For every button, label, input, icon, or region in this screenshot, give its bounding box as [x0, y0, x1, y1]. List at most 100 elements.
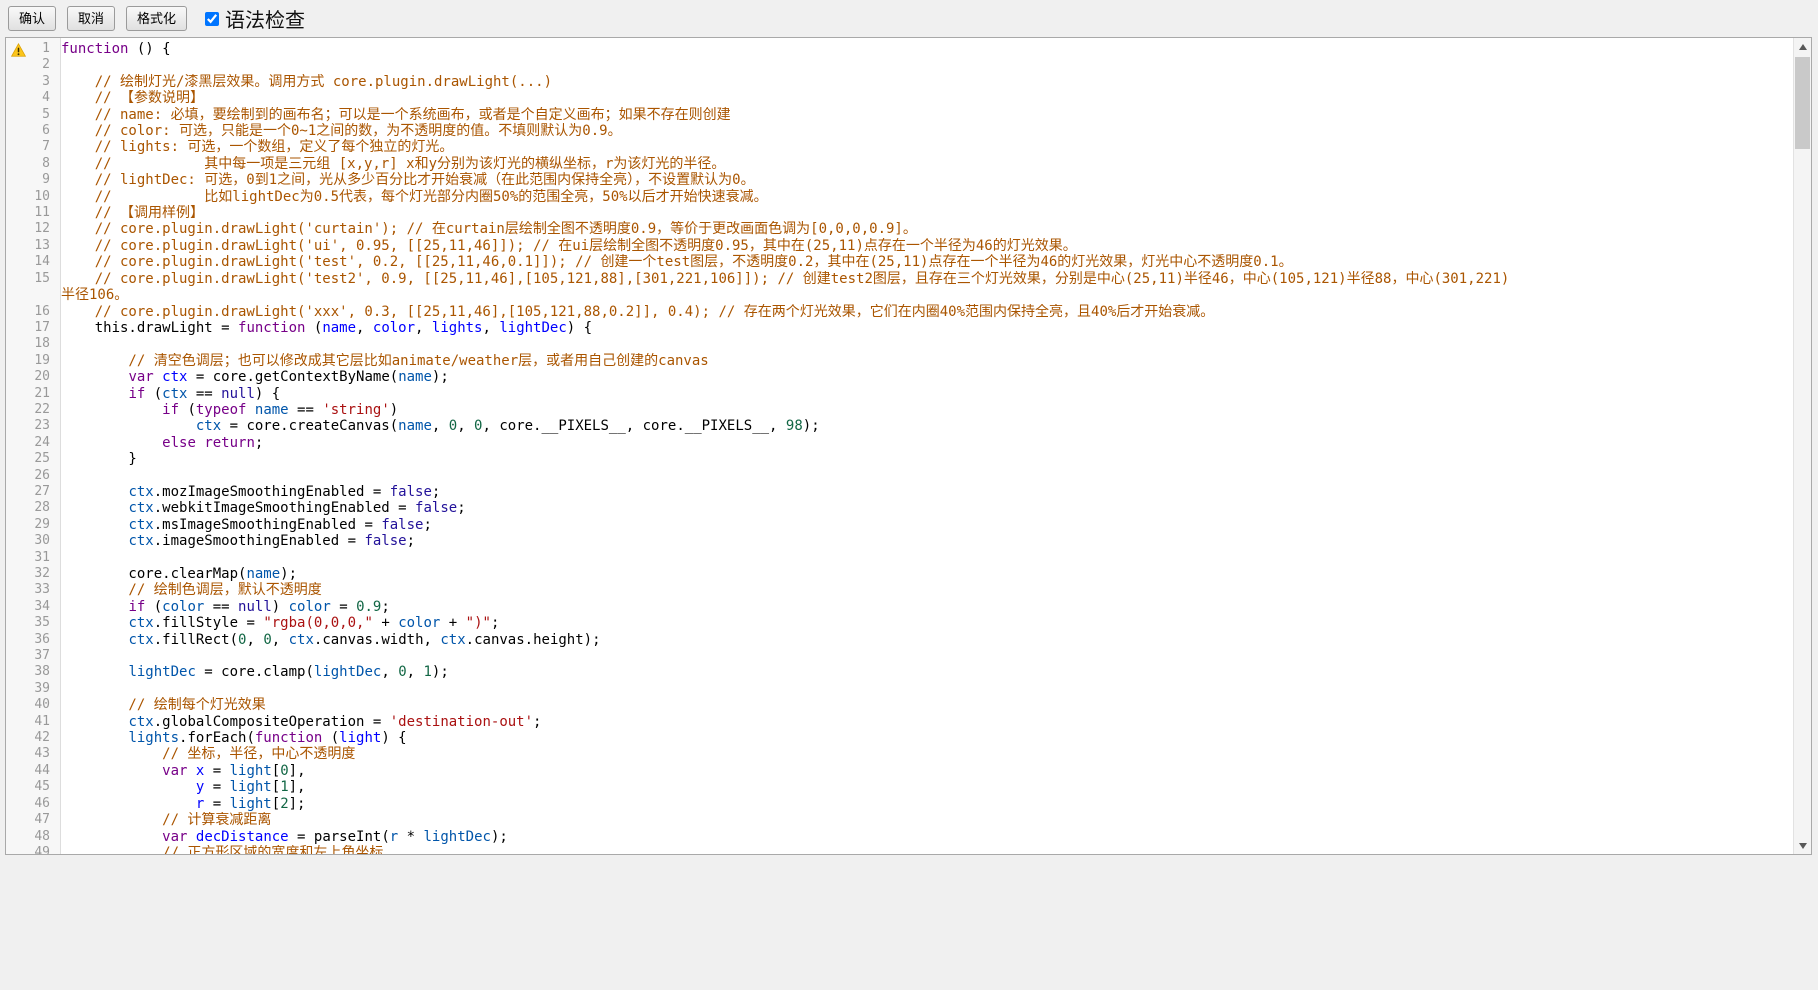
code-line[interactable]: 17 this.drawLight = function (name, colo… — [6, 320, 1793, 336]
code-line[interactable]: 32 core.clearMap(name); — [6, 566, 1793, 582]
marker-cell — [6, 517, 27, 533]
code-line[interactable]: 35 ctx.fillStyle = "rgba(0,0,0," + color… — [6, 615, 1793, 631]
code-line[interactable]: 23 ctx = core.createCanvas(name, 0, 0, c… — [6, 418, 1793, 434]
code-line[interactable]: 14 // core.plugin.drawLight('test', 0.2,… — [6, 254, 1793, 270]
code-line[interactable]: 30 ctx.imageSmoothingEnabled = false; — [6, 533, 1793, 549]
code-line[interactable]: 43 // 坐标，半径，中心不透明度 — [6, 746, 1793, 762]
scrollbar-thumb[interactable] — [1795, 57, 1810, 149]
code-line[interactable]: 46 r = light[2]; — [6, 796, 1793, 812]
marker-cell — [6, 484, 27, 500]
code-line[interactable]: 24 else return; — [6, 435, 1793, 451]
cancel-button[interactable]: 取消 — [67, 6, 115, 31]
code-line[interactable]: 40 // 绘制每个灯光效果 — [6, 697, 1793, 713]
code-text — [54, 550, 1793, 566]
code-line[interactable]: 22 if (typeof name == 'string') — [6, 402, 1793, 418]
code-line[interactable]: 28 ctx.webkitImageSmoothingEnabled = fal… — [6, 500, 1793, 516]
vertical-scrollbar[interactable] — [1793, 38, 1811, 854]
code-text — [54, 57, 1793, 73]
code-line[interactable]: 34 if (color == null) color = 0.9; — [6, 599, 1793, 615]
code-line[interactable]: 27 ctx.mozImageSmoothingEnabled = false; — [6, 484, 1793, 500]
line-number: 45 — [27, 779, 54, 795]
marker-cell — [6, 304, 27, 320]
line-number: 33 — [27, 582, 54, 598]
line-number: 42 — [27, 730, 54, 746]
code-line[interactable]: 7 // lights: 可选，一个数组，定义了每个独立的灯光。 — [6, 139, 1793, 155]
code-line[interactable]: 20 var ctx = core.getContextByName(name)… — [6, 369, 1793, 385]
marker-cell — [6, 57, 27, 73]
marker-cell — [6, 746, 27, 762]
code-line[interactable]: 44 var x = light[0], — [6, 763, 1793, 779]
code-line[interactable]: 5 // name: 必填，要绘制到的画布名；可以是一个系统画布，或者是个自定义… — [6, 107, 1793, 123]
code-text — [54, 681, 1793, 697]
marker-cell — [6, 500, 27, 516]
warning-icon[interactable] — [11, 43, 26, 57]
code-line[interactable]: 31 — [6, 550, 1793, 566]
syntax-check-checkbox[interactable] — [205, 12, 219, 26]
code-line[interactable]: 39 — [6, 681, 1793, 697]
code-line[interactable]: 16 // core.plugin.drawLight('xxx', 0.3, … — [6, 304, 1793, 320]
code-line[interactable]: 21 if (ctx == null) { — [6, 386, 1793, 402]
code-line[interactable]: 11 // 【调用样例】 — [6, 205, 1793, 221]
code-line[interactable]: 29 ctx.msImageSmoothingEnabled = false; — [6, 517, 1793, 533]
code-text: var decDistance = parseInt(r * lightDec)… — [54, 829, 1793, 845]
marker-cell — [6, 730, 27, 746]
code-line[interactable]: 45 y = light[1], — [6, 779, 1793, 795]
line-number: 29 — [27, 517, 54, 533]
code-line[interactable]: 9 // lightDec: 可选，0到1之间，光从多少百分比才开始衰减（在此范… — [6, 172, 1793, 188]
warning-marker-cell[interactable] — [6, 41, 27, 57]
code-editor[interactable]: 1function () {23 // 绘制灯光/漆黑层效果。调用方式 core… — [5, 37, 1812, 855]
code-line[interactable]: 15 // core.plugin.drawLight('test2', 0.9… — [6, 271, 1793, 287]
line-number: 43 — [27, 746, 54, 762]
line-number: 30 — [27, 533, 54, 549]
code-line[interactable]: 6 // color: 可选，只能是一个0~1之间的数，为不透明度的值。不填则默… — [6, 123, 1793, 139]
line-number: 49 — [27, 845, 54, 855]
code-line[interactable]: 41 ctx.globalCompositeOperation = 'desti… — [6, 714, 1793, 730]
line-number: 10 — [27, 189, 54, 205]
format-button[interactable]: 格式化 — [126, 6, 187, 31]
marker-cell — [6, 156, 27, 172]
code-line[interactable]: 18 — [6, 336, 1793, 352]
code-text — [54, 648, 1793, 664]
code-line[interactable]: 4 // 【参数说明】 — [6, 90, 1793, 106]
marker-cell — [6, 632, 27, 648]
line-number: 23 — [27, 418, 54, 434]
marker-cell — [6, 779, 27, 795]
marker-cell — [6, 648, 27, 664]
line-number: 41 — [27, 714, 54, 730]
code-line[interactable]: 3 // 绘制灯光/漆黑层效果。调用方式 core.plugin.drawLig… — [6, 74, 1793, 90]
code-line[interactable]: 33 // 绘制色调层，默认不透明度 — [6, 582, 1793, 598]
triangle-down-icon — [1799, 843, 1807, 849]
code-text: // core.plugin.drawLight('test2', 0.9, [… — [54, 271, 1793, 287]
code-text: if (ctx == null) { — [54, 386, 1793, 402]
code-line[interactable]: 49 // 正方形区域的宽度和左上角坐标 — [6, 845, 1793, 855]
code-line[interactable]: 25 } — [6, 451, 1793, 467]
code-line[interactable]: 1function () { — [6, 41, 1793, 57]
code-line[interactable]: 47 // 计算衰减距离 — [6, 812, 1793, 828]
marker-cell — [6, 254, 27, 270]
code-lines[interactable]: 1function () {23 // 绘制灯光/漆黑层效果。调用方式 core… — [6, 41, 1793, 855]
line-number: 21 — [27, 386, 54, 402]
code-line[interactable]: 半径106。 — [6, 287, 1793, 303]
code-line[interactable]: 42 lights.forEach(function (light) { — [6, 730, 1793, 746]
code-line[interactable]: 2 — [6, 57, 1793, 73]
syntax-check-label[interactable]: 语法检查 — [225, 4, 305, 33]
code-line[interactable]: 37 — [6, 648, 1793, 664]
code-text: // 正方形区域的宽度和左上角坐标 — [54, 845, 1793, 855]
code-text: ctx.msImageSmoothingEnabled = false; — [54, 517, 1793, 533]
code-line[interactable]: 36 ctx.fillRect(0, 0, ctx.canvas.width, … — [6, 632, 1793, 648]
code-line[interactable]: 19 // 清空色调层；也可以修改成其它层比如animate/weather层，… — [6, 353, 1793, 369]
code-text: ctx.globalCompositeOperation = 'destinat… — [54, 714, 1793, 730]
code-text — [54, 336, 1793, 352]
code-line[interactable]: 12 // core.plugin.drawLight('curtain'); … — [6, 221, 1793, 237]
code-line[interactable]: 10 // 比如lightDec为0.5代表，每个灯光部分内圈50%的范围全亮，… — [6, 189, 1793, 205]
code-line[interactable]: 26 — [6, 468, 1793, 484]
code-line[interactable]: 13 // core.plugin.drawLight('ui', 0.95, … — [6, 238, 1793, 254]
scroll-up-button[interactable] — [1794, 38, 1811, 55]
scroll-down-button[interactable] — [1794, 837, 1811, 854]
marker-cell — [6, 681, 27, 697]
code-line[interactable]: 8 // 其中每一项是三元组 [x,y,r] x和y分别为该灯光的横纵坐标，r为… — [6, 156, 1793, 172]
code-text: ctx.imageSmoothingEnabled = false; — [54, 533, 1793, 549]
code-line[interactable]: 48 var decDistance = parseInt(r * lightD… — [6, 829, 1793, 845]
confirm-button[interactable]: 确认 — [8, 6, 56, 31]
code-line[interactable]: 38 lightDec = core.clamp(lightDec, 0, 1)… — [6, 664, 1793, 680]
